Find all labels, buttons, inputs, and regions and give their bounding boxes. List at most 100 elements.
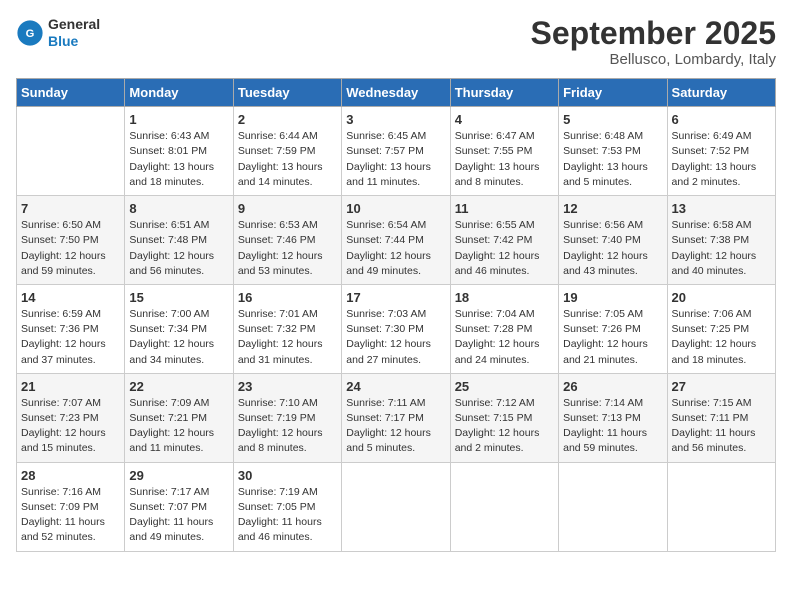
day-number: 22	[129, 379, 228, 394]
day-info: Sunrise: 7:07 AM Sunset: 7:23 PM Dayligh…	[21, 396, 120, 457]
day-info: Sunrise: 6:56 AM Sunset: 7:40 PM Dayligh…	[563, 218, 662, 279]
calendar-cell: 21 Sunrise: 7:07 AM Sunset: 7:23 PM Dayli…	[17, 373, 125, 462]
day-info: Sunrise: 7:09 AM Sunset: 7:21 PM Dayligh…	[129, 396, 228, 457]
calendar-cell: 2 Sunrise: 6:44 AM Sunset: 7:59 PM Daylig…	[233, 107, 341, 196]
calendar-cell: 25Sunrise: 7:12 AM Sunset: 7:15 PM Dayli…	[450, 373, 558, 462]
day-info: Sunrise: 6:51 AM Sunset: 7:48 PM Dayligh…	[129, 218, 228, 279]
day-number: 21	[21, 379, 120, 394]
calendar-cell: 12 Sunrise: 6:56 AM Sunset: 7:40 PM Dayli…	[559, 196, 667, 285]
calendar-cell: 20Sunrise: 7:06 AM Sunset: 7:25 PM Dayli…	[667, 284, 775, 373]
svg-text:G: G	[26, 28, 35, 40]
day-header-saturday: Saturday	[667, 79, 775, 107]
calendar-cell: 5 Sunrise: 6:48 AM Sunset: 7:53 PM Daylig…	[559, 107, 667, 196]
calendar-cell: 13 Sunrise: 6:58 AM Sunset: 7:38 PM Dayli…	[667, 196, 775, 285]
calendar-cell: 29 Sunrise: 7:17 AM Sunset: 7:07 PM Dayli…	[125, 462, 233, 551]
calendar-cell: 30 Sunrise: 7:19 AM Sunset: 7:05 PM Dayli…	[233, 462, 341, 551]
calendar-cell	[667, 462, 775, 551]
day-number: 1	[129, 112, 228, 127]
days-header-row: SundayMondayTuesdayWednesdayThursdayFrid…	[17, 79, 776, 107]
logo-icon: G	[16, 19, 44, 47]
day-number: 2	[238, 112, 337, 127]
calendar-cell	[450, 462, 558, 551]
calendar-cell: 14 Sunrise: 6:59 AM Sunset: 7:36 PM Dayli…	[17, 284, 125, 373]
week-row-4: 28 Sunrise: 7:16 AM Sunset: 7:09 PM Dayli…	[17, 462, 776, 551]
day-info: Sunrise: 7:12 AM Sunset: 7:15 PM Dayligh…	[455, 396, 554, 457]
calendar-cell: 10 Sunrise: 6:54 AM Sunset: 7:44 PM Dayli…	[342, 196, 450, 285]
day-number: 8	[129, 201, 228, 216]
day-number: 13	[672, 201, 771, 216]
calendar-cell: 9Sunrise: 6:53 AM Sunset: 7:46 PM Daylig…	[233, 196, 341, 285]
day-info: Sunrise: 6:58 AM Sunset: 7:38 PM Dayligh…	[672, 218, 771, 279]
calendar-cell	[342, 462, 450, 551]
title-area: September 2025 Bellusco, Lombardy, Italy	[531, 16, 776, 68]
calendar-cell: 11Sunrise: 6:55 AM Sunset: 7:42 PM Dayli…	[450, 196, 558, 285]
day-info: Sunrise: 7:16 AM Sunset: 7:09 PM Dayligh…	[21, 485, 120, 546]
day-info: Sunrise: 7:17 AM Sunset: 7:07 PM Dayligh…	[129, 485, 228, 546]
calendar-cell	[559, 462, 667, 551]
week-row-1: 7Sunrise: 6:50 AM Sunset: 7:50 PM Daylig…	[17, 196, 776, 285]
day-info: Sunrise: 7:04 AM Sunset: 7:28 PM Dayligh…	[455, 307, 554, 368]
calendar-cell: 8 Sunrise: 6:51 AM Sunset: 7:48 PM Daylig…	[125, 196, 233, 285]
day-info: Sunrise: 6:49 AM Sunset: 7:52 PM Dayligh…	[672, 129, 771, 190]
day-info: Sunrise: 7:05 AM Sunset: 7:26 PM Dayligh…	[563, 307, 662, 368]
day-info: Sunrise: 7:15 AM Sunset: 7:11 PM Dayligh…	[672, 396, 771, 457]
day-number: 6	[672, 112, 771, 127]
week-row-3: 21 Sunrise: 7:07 AM Sunset: 7:23 PM Dayli…	[17, 373, 776, 462]
calendar-cell: 28 Sunrise: 7:16 AM Sunset: 7:09 PM Dayli…	[17, 462, 125, 551]
day-number: 30	[238, 468, 337, 483]
calendar-cell: 23Sunrise: 7:10 AM Sunset: 7:19 PM Dayli…	[233, 373, 341, 462]
day-number: 12	[563, 201, 662, 216]
day-number: 28	[21, 468, 120, 483]
day-info: Sunrise: 6:45 AM Sunset: 7:57 PM Dayligh…	[346, 129, 445, 190]
calendar-cell: 19Sunrise: 7:05 AM Sunset: 7:26 PM Dayli…	[559, 284, 667, 373]
day-info: Sunrise: 7:00 AM Sunset: 7:34 PM Dayligh…	[129, 307, 228, 368]
day-number: 26	[563, 379, 662, 394]
day-number: 17	[346, 290, 445, 305]
location: Bellusco, Lombardy, Italy	[531, 51, 776, 68]
calendar-cell: 24 Sunrise: 7:11 AM Sunset: 7:17 PM Dayli…	[342, 373, 450, 462]
week-row-2: 14 Sunrise: 6:59 AM Sunset: 7:36 PM Dayli…	[17, 284, 776, 373]
day-info: Sunrise: 6:59 AM Sunset: 7:36 PM Dayligh…	[21, 307, 120, 368]
calendar-cell: 7Sunrise: 6:50 AM Sunset: 7:50 PM Daylig…	[17, 196, 125, 285]
day-number: 16	[238, 290, 337, 305]
calendar-cell: 16 Sunrise: 7:01 AM Sunset: 7:32 PM Dayli…	[233, 284, 341, 373]
day-info: Sunrise: 7:10 AM Sunset: 7:19 PM Dayligh…	[238, 396, 337, 457]
day-number: 24	[346, 379, 445, 394]
day-info: Sunrise: 7:19 AM Sunset: 7:05 PM Dayligh…	[238, 485, 337, 546]
logo-line2: Blue	[48, 33, 100, 50]
day-number: 27	[672, 379, 771, 394]
day-number: 11	[455, 201, 554, 216]
day-header-monday: Monday	[125, 79, 233, 107]
day-number: 3	[346, 112, 445, 127]
month-title: September 2025	[531, 16, 776, 51]
day-header-wednesday: Wednesday	[342, 79, 450, 107]
day-info: Sunrise: 7:01 AM Sunset: 7:32 PM Dayligh…	[238, 307, 337, 368]
week-row-0: 1Sunrise: 6:43 AM Sunset: 8:01 PM Daylig…	[17, 107, 776, 196]
day-info: Sunrise: 6:53 AM Sunset: 7:46 PM Dayligh…	[238, 218, 337, 279]
calendar-cell: 27 Sunrise: 7:15 AM Sunset: 7:11 PM Dayli…	[667, 373, 775, 462]
day-number: 10	[346, 201, 445, 216]
calendar-table: SundayMondayTuesdayWednesdayThursdayFrid…	[16, 78, 776, 551]
day-number: 20	[672, 290, 771, 305]
calendar-cell: 6 Sunrise: 6:49 AM Sunset: 7:52 PM Daylig…	[667, 107, 775, 196]
day-info: Sunrise: 6:48 AM Sunset: 7:53 PM Dayligh…	[563, 129, 662, 190]
calendar-cell: 26 Sunrise: 7:14 AM Sunset: 7:13 PM Dayli…	[559, 373, 667, 462]
calendar-cell: 22 Sunrise: 7:09 AM Sunset: 7:21 PM Dayli…	[125, 373, 233, 462]
day-info: Sunrise: 6:54 AM Sunset: 7:44 PM Dayligh…	[346, 218, 445, 279]
day-info: Sunrise: 7:14 AM Sunset: 7:13 PM Dayligh…	[563, 396, 662, 457]
header: G General Blue September 2025 Bellusco, …	[16, 16, 776, 68]
calendar-cell: 18Sunrise: 7:04 AM Sunset: 7:28 PM Dayli…	[450, 284, 558, 373]
day-info: Sunrise: 6:44 AM Sunset: 7:59 PM Dayligh…	[238, 129, 337, 190]
day-info: Sunrise: 7:11 AM Sunset: 7:17 PM Dayligh…	[346, 396, 445, 457]
day-number: 4	[455, 112, 554, 127]
day-number: 29	[129, 468, 228, 483]
day-number: 7	[21, 201, 120, 216]
logo: G General Blue	[16, 16, 100, 50]
day-header-thursday: Thursday	[450, 79, 558, 107]
day-number: 5	[563, 112, 662, 127]
day-header-tuesday: Tuesday	[233, 79, 341, 107]
day-header-sunday: Sunday	[17, 79, 125, 107]
calendar-cell: 17Sunrise: 7:03 AM Sunset: 7:30 PM Dayli…	[342, 284, 450, 373]
day-number: 14	[21, 290, 120, 305]
day-header-friday: Friday	[559, 79, 667, 107]
